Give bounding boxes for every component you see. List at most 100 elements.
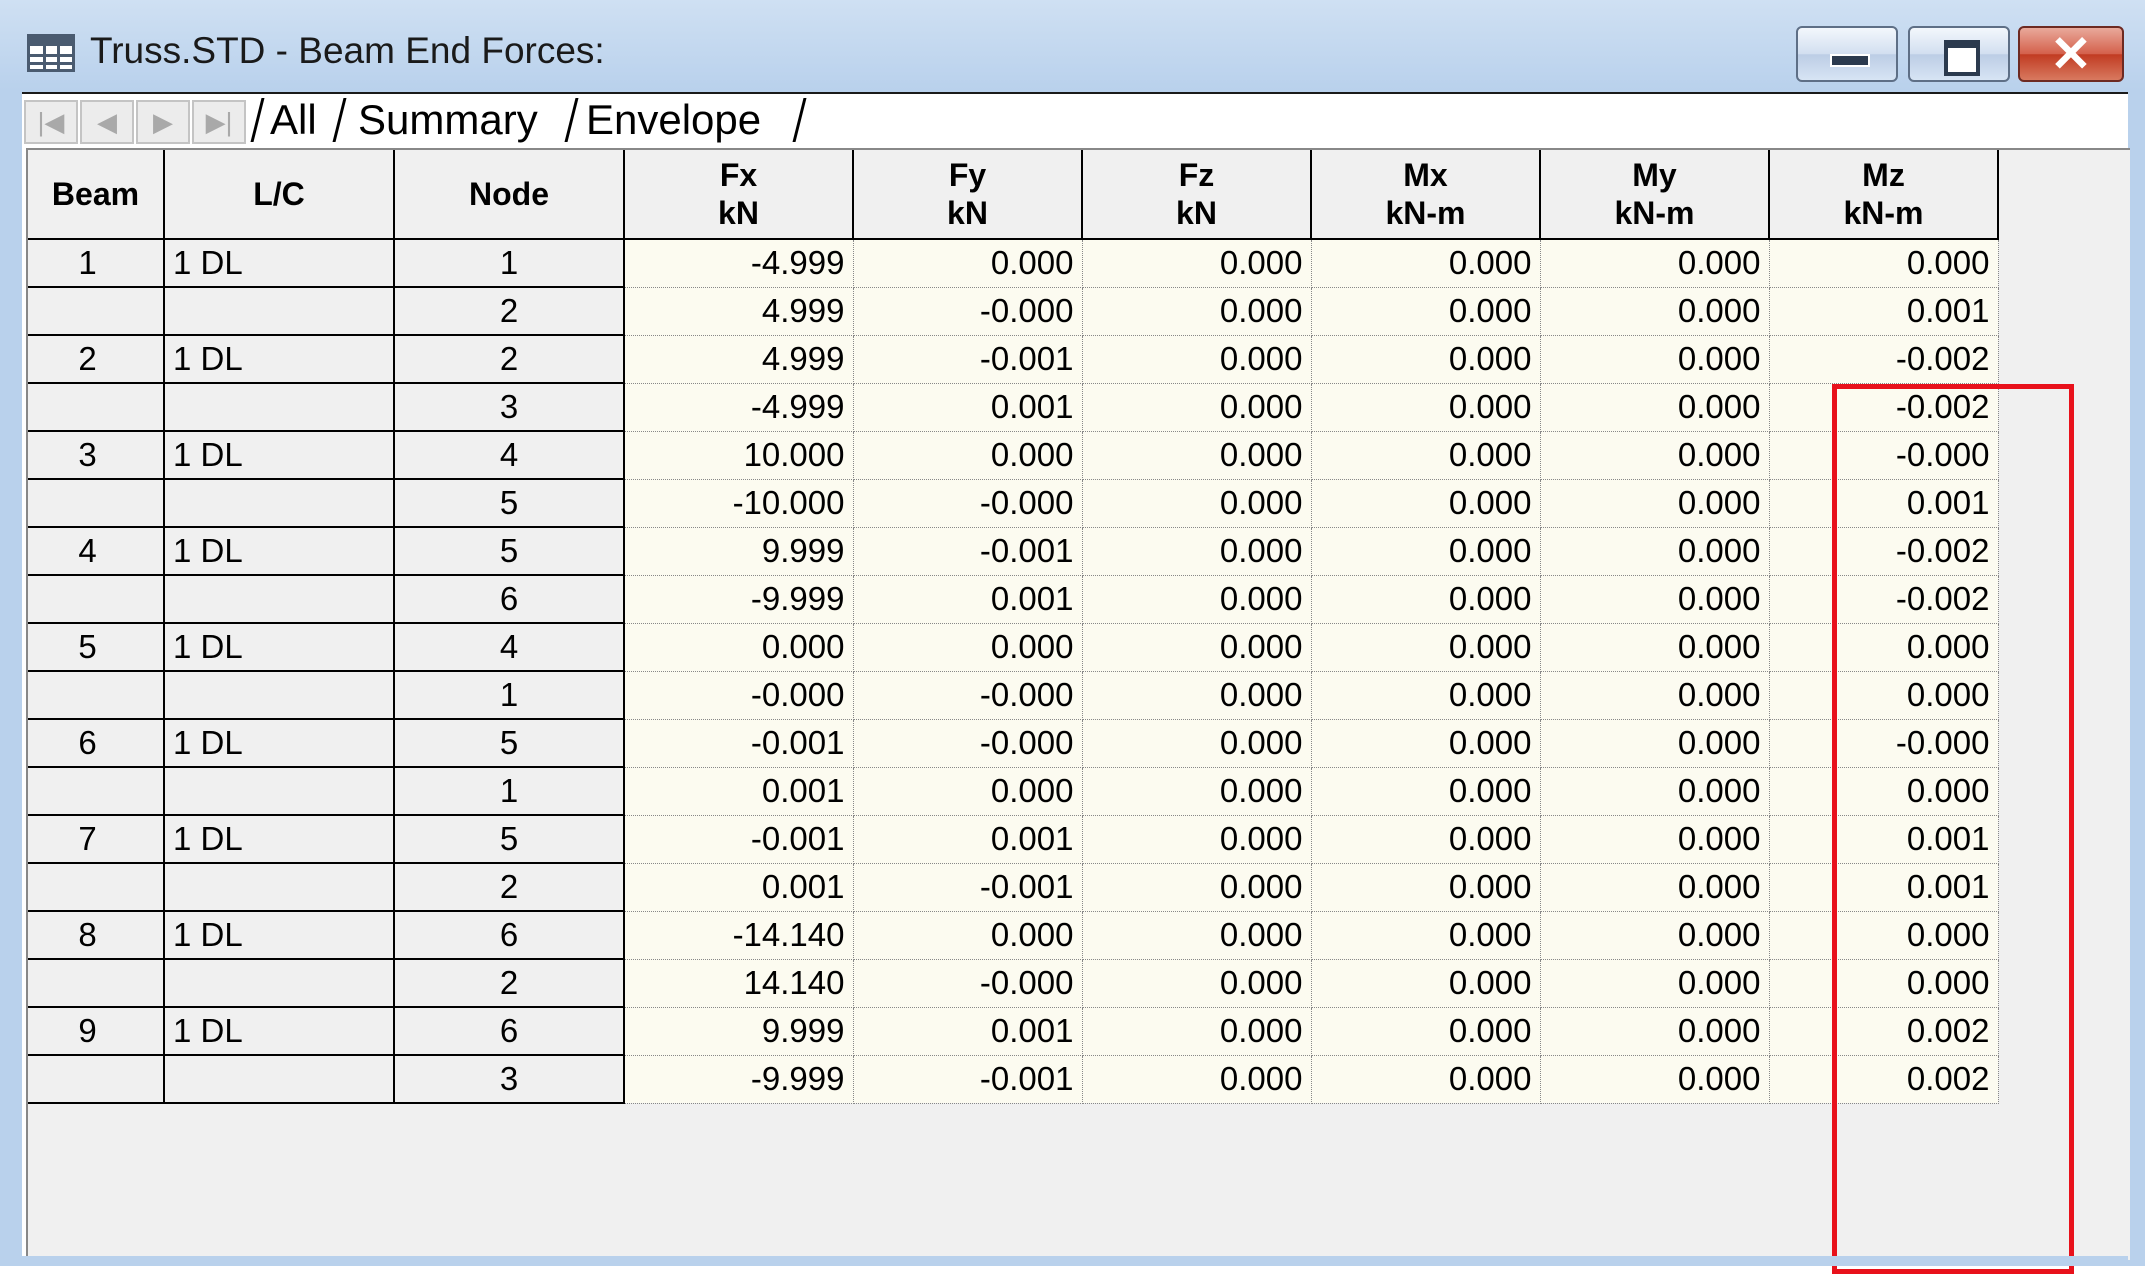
cell-node[interactable]: 3 [394,383,625,432]
cell-fx[interactable]: -0.001 [624,815,854,864]
cell-mz[interactable]: -0.002 [1769,575,1999,624]
cell-my[interactable]: 0.000 [1540,575,1770,624]
cell-mx[interactable]: 0.000 [1311,911,1541,960]
cell-fx[interactable]: 0.000 [624,623,854,672]
cell-beam[interactable]: 1 [28,239,165,288]
cell-fy[interactable]: 0.001 [853,383,1083,432]
cell-mx[interactable]: 0.000 [1311,239,1541,288]
cell-mx[interactable]: 0.000 [1311,1055,1541,1104]
cell-mx[interactable]: 0.000 [1311,575,1541,624]
cell-mx[interactable]: 0.000 [1311,863,1541,912]
table-row[interactable]: 3 -4.999 0.001 0.000 0.000 0.000 -0.002 [28,383,1999,432]
cell-beam[interactable]: 8 [28,911,165,960]
cell-fy[interactable]: -0.001 [853,527,1083,576]
cell-mx[interactable]: 0.000 [1311,527,1541,576]
cell-fx[interactable]: -9.999 [624,1055,854,1104]
cell-node[interactable]: 6 [394,575,625,624]
cell-beam[interactable] [28,383,165,432]
cell-my[interactable]: 0.000 [1540,431,1770,480]
table-row[interactable]: 2 0.001 -0.001 0.000 0.000 0.000 0.001 [28,863,1999,912]
cell-beam[interactable]: 4 [28,527,165,576]
column-header-fz[interactable]: Fz kN [1082,150,1312,240]
cell-fx[interactable]: 0.001 [624,767,854,816]
cell-node[interactable]: 5 [394,527,625,576]
table-row[interactable]: 2 14.140 -0.000 0.000 0.000 0.000 0.000 [28,959,1999,1008]
cell-lc[interactable] [164,863,395,912]
cell-mx[interactable]: 0.000 [1311,959,1541,1008]
cell-beam[interactable]: 9 [28,1007,165,1056]
table-row[interactable]: 31 DL 4 10.000 0.000 0.000 0.000 0.000 -0.000 [28,431,1999,480]
cell-mx[interactable]: 0.000 [1311,671,1541,720]
cell-mx[interactable]: 0.000 [1311,767,1541,816]
table-row[interactable]: 1 0.001 0.000 0.000 0.000 0.000 0.000 [28,767,1999,816]
cell-mz[interactable]: 0.001 [1769,287,1999,336]
cell-mx[interactable]: 0.000 [1311,815,1541,864]
cell-node[interactable]: 2 [394,335,625,384]
cell-beam[interactable]: 2 [28,335,165,384]
cell-node[interactable]: 3 [394,1055,625,1104]
cell-fy[interactable]: -0.001 [853,863,1083,912]
cell-mz[interactable]: 0.000 [1769,671,1999,720]
cell-fx[interactable]: 9.999 [624,527,854,576]
cell-fz[interactable]: 0.000 [1082,815,1312,864]
cell-mx[interactable]: 0.000 [1311,479,1541,528]
cell-beam[interactable] [28,767,165,816]
cell-lc[interactable]: 1 DL [164,431,395,480]
cell-lc[interactable] [164,671,395,720]
cell-my[interactable]: 0.000 [1540,1007,1770,1056]
first-tab-button[interactable]: |◀ [24,100,78,144]
table-row[interactable]: 3 -9.999 -0.001 0.000 0.000 0.000 0.002 [28,1055,1999,1104]
cell-mz[interactable]: -0.002 [1769,335,1999,384]
table-row[interactable]: 41 DL 5 9.999 -0.001 0.000 0.000 0.000 -0.002 [28,527,1999,576]
cell-lc[interactable] [164,287,395,336]
cell-fz[interactable]: 0.000 [1082,527,1312,576]
cell-lc[interactable]: 1 DL [164,911,395,960]
cell-beam[interactable] [28,1055,165,1104]
cell-fy[interactable]: 0.000 [853,911,1083,960]
cell-fy[interactable]: -0.000 [853,719,1083,768]
table-row[interactable]: 21 DL 2 4.999 -0.001 0.000 0.000 0.000 -0.002 [28,335,1999,384]
cell-fx[interactable]: -10.000 [624,479,854,528]
column-header-mz[interactable]: Mz kN-m [1769,150,1999,240]
table-row[interactable]: 71 DL 5 -0.001 0.001 0.000 0.000 0.000 0.001 [28,815,1999,864]
cell-fy[interactable]: -0.001 [853,335,1083,384]
table-row[interactable]: 81 DL 6 -14.140 0.000 0.000 0.000 0.000 0.000 [28,911,1999,960]
cell-fz[interactable]: 0.000 [1082,959,1312,1008]
cell-my[interactable]: 0.000 [1540,287,1770,336]
cell-lc[interactable] [164,383,395,432]
table-row[interactable]: 61 DL 5 -0.001 -0.000 0.000 0.000 0.000 -0.000 [28,719,1999,768]
column-header-mx[interactable]: Mx kN-m [1311,150,1541,240]
cell-fx[interactable]: -4.999 [624,239,854,288]
cell-fx[interactable]: 4.999 [624,335,854,384]
cell-node[interactable]: 4 [394,623,625,672]
close-button[interactable]: ✕ [2018,26,2124,82]
cell-lc[interactable] [164,575,395,624]
cell-my[interactable]: 0.000 [1540,671,1770,720]
cell-lc[interactable]: 1 DL [164,623,395,672]
cell-lc[interactable] [164,479,395,528]
cell-node[interactable]: 5 [394,719,625,768]
cell-fz[interactable]: 0.000 [1082,575,1312,624]
cell-mz[interactable]: 0.000 [1769,959,1999,1008]
cell-fy[interactable]: 0.000 [853,767,1083,816]
cell-fz[interactable]: 0.000 [1082,239,1312,288]
cell-fz[interactable]: 0.000 [1082,719,1312,768]
cell-mz[interactable]: 0.000 [1769,911,1999,960]
column-header-node[interactable]: Node [394,150,625,240]
cell-fy[interactable]: 0.000 [853,623,1083,672]
tab-envelope[interactable]: Envelope [586,96,761,144]
cell-fz[interactable]: 0.000 [1082,1007,1312,1056]
tab-summary[interactable]: Summary [358,96,538,144]
cell-lc[interactable] [164,767,395,816]
cell-my[interactable]: 0.000 [1540,911,1770,960]
cell-fx[interactable]: 10.000 [624,431,854,480]
last-tab-button[interactable]: ▶| [192,100,246,144]
cell-my[interactable]: 0.000 [1540,479,1770,528]
cell-mz[interactable]: 0.001 [1769,479,1999,528]
column-header-my[interactable]: My kN-m [1540,150,1770,240]
cell-mz[interactable]: -0.002 [1769,527,1999,576]
cell-lc[interactable] [164,1055,395,1104]
cell-fy[interactable]: 0.000 [853,239,1083,288]
cell-node[interactable]: 1 [394,767,625,816]
cell-mz[interactable]: 0.001 [1769,815,1999,864]
